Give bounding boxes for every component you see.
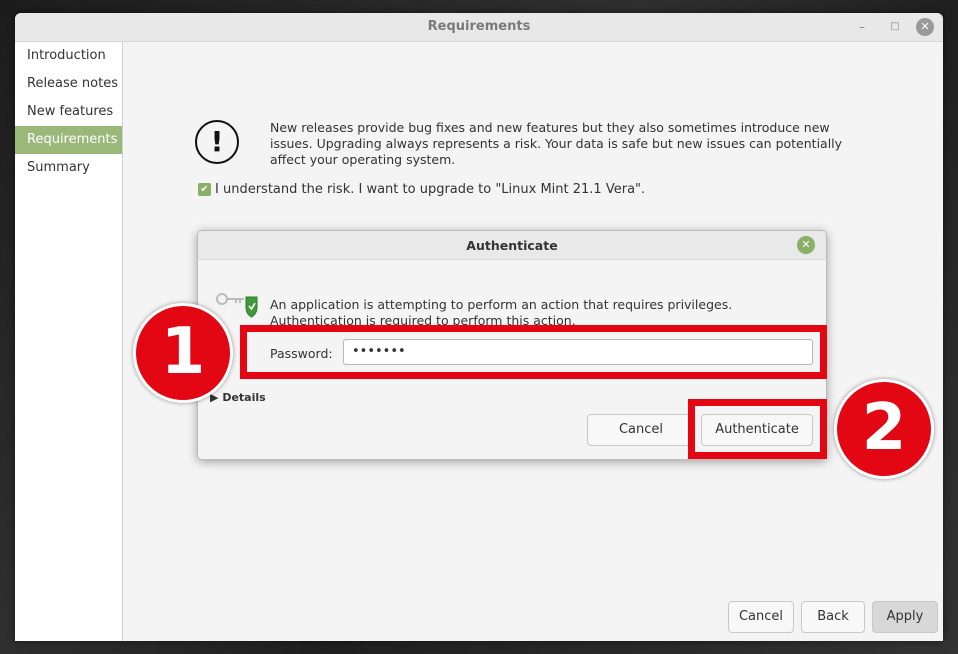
dialog-close-icon[interactable]: ✕	[797, 236, 815, 254]
authenticate-highlight-box	[688, 399, 827, 459]
sidebar-item-release-notes[interactable]: Release notes	[15, 70, 122, 98]
dialog-cancel-button[interactable]: Cancel	[587, 414, 695, 446]
dialog-title: Authenticate	[466, 238, 558, 253]
warning-icon: !	[195, 120, 239, 164]
window-title: Requirements	[427, 19, 531, 34]
warning-text: New releases provide bug fixes and new f…	[270, 120, 843, 167]
sidebar-item-requirements[interactable]: Requirements	[15, 126, 122, 154]
password-highlight-box	[240, 325, 827, 379]
minimize-icon[interactable]: –	[853, 18, 871, 36]
window-titlebar[interactable]: Requirements – □ ✕	[15, 13, 943, 42]
keys-shield-icon	[216, 293, 258, 318]
apply-button[interactable]: Apply	[872, 601, 938, 633]
maximize-icon[interactable]: □	[886, 18, 904, 36]
details-expander[interactable]: ▶ Details	[210, 391, 266, 404]
cancel-button[interactable]: Cancel	[728, 601, 794, 633]
details-label: Details	[222, 391, 266, 404]
step-2-badge: 2	[834, 379, 934, 479]
sidebar-item-summary[interactable]: Summary	[15, 154, 122, 182]
sidebar: Introduction Release notes New features …	[15, 42, 123, 641]
sidebar-item-new-features[interactable]: New features	[15, 98, 122, 126]
risk-checkbox[interactable]: ✔	[198, 183, 211, 196]
close-icon[interactable]: ✕	[916, 18, 934, 36]
risk-checkbox-label[interactable]: I understand the risk. I want to upgrade…	[215, 182, 645, 197]
step-1-badge: 1	[133, 303, 233, 403]
dialog-titlebar[interactable]: Authenticate ✕	[198, 231, 826, 260]
sidebar-item-introduction[interactable]: Introduction	[15, 42, 122, 70]
back-button[interactable]: Back	[801, 601, 865, 633]
